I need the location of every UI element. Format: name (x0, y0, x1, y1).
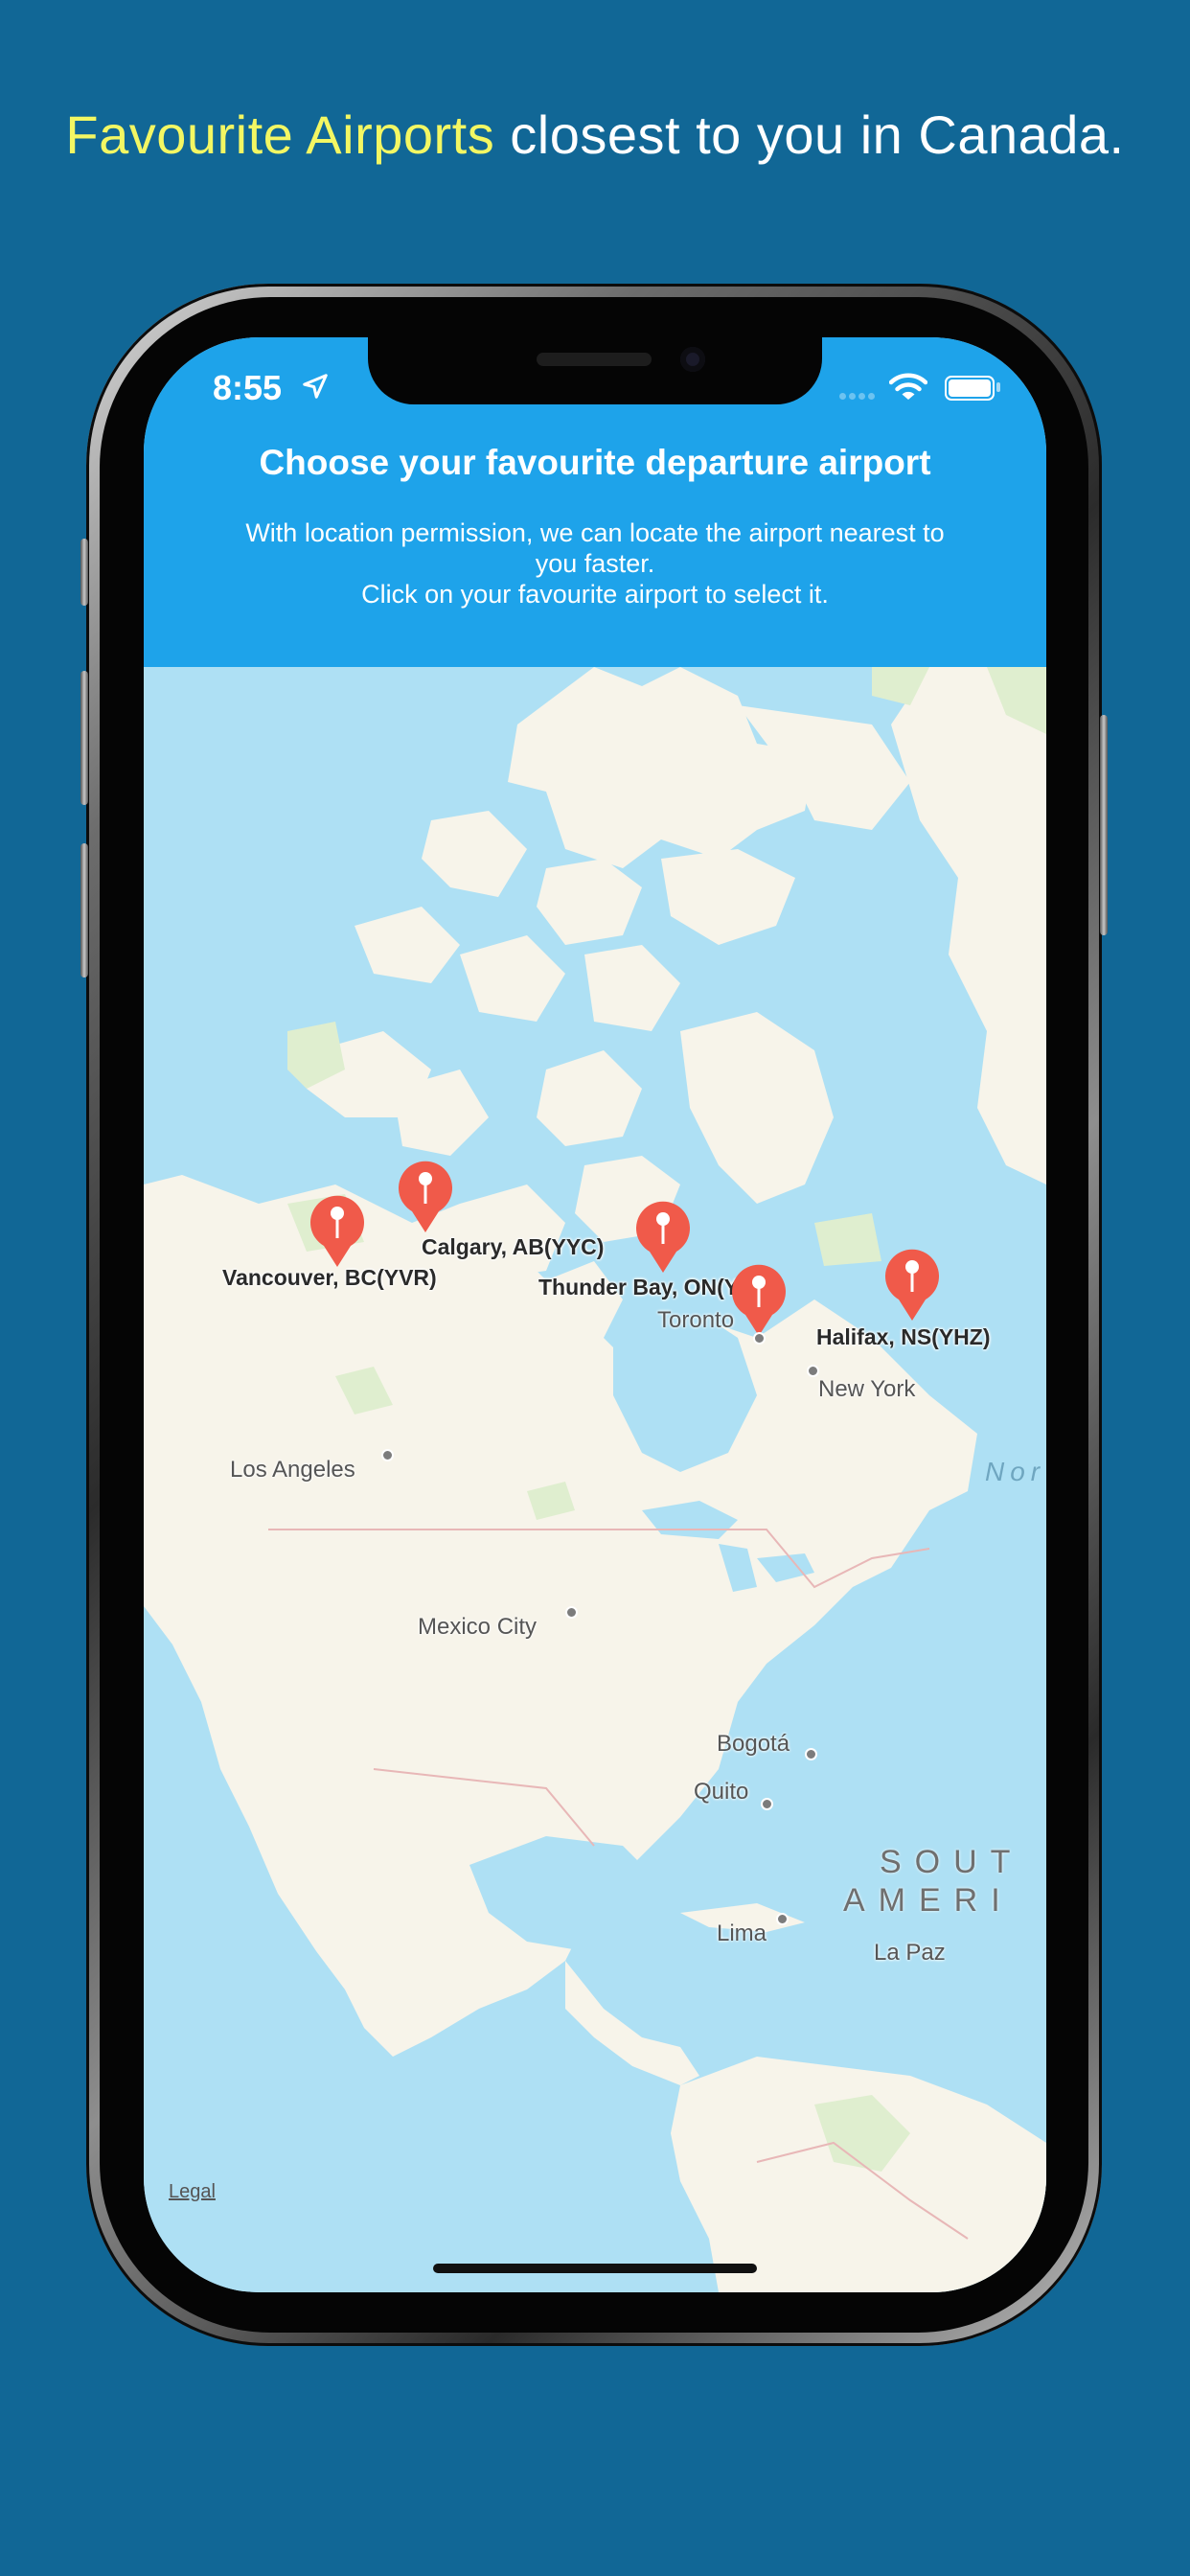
city-label-mexico-city: Mexico City (418, 1614, 538, 1640)
city-dot-toronto (753, 1332, 766, 1345)
home-indicator[interactable] (433, 2264, 757, 2273)
volume-down-button (80, 843, 88, 978)
legal-link[interactable]: Legal (169, 2181, 216, 2203)
region-label-america: AMERI (843, 1882, 1014, 1919)
airport-label-calgary[interactable]: Calgary, AB(YYC) (422, 1234, 604, 1260)
promo-headline: Favourite Airports closest to you in Can… (0, 104, 1190, 166)
airport-map[interactable]: Vancouver, BC(YVR) Calgary, AB(YYC) Thun… (144, 667, 1046, 2292)
airport-pin-calgary[interactable] (395, 1158, 456, 1234)
description-line: With location permission, we can locate … (245, 518, 945, 547)
header-description: With location permission, we can locate … (201, 518, 989, 610)
city-label-los-angeles: Los Angeles (230, 1457, 355, 1483)
city-label-lima: Lima (717, 1920, 767, 1946)
device-notch (368, 337, 822, 404)
description-line: you faster. (535, 549, 655, 578)
airport-pin-vancouver[interactable] (307, 1192, 368, 1269)
silent-switch (80, 539, 88, 606)
airport-pin-halifax[interactable] (881, 1246, 943, 1322)
city-label-quito: Quito (694, 1779, 749, 1805)
city-label-toronto: Toronto (657, 1307, 735, 1333)
city-dot-mexico-city (565, 1606, 578, 1619)
city-dot-bogota (805, 1748, 817, 1760)
ocean-label: Nor (985, 1457, 1046, 1486)
city-dot-lima (776, 1913, 789, 1925)
app-screen: 8:55 Choose your favourite departure air… (144, 337, 1046, 2292)
airport-label-vancouver[interactable]: Vancouver, BC(YVR) (222, 1265, 437, 1291)
airport-pin-toronto[interactable] (728, 1261, 790, 1338)
airport-label-halifax[interactable]: Halifax, NS(YHZ) (816, 1324, 990, 1350)
city-label-new-york: New York (818, 1376, 916, 1402)
region-label-south: SOUT (880, 1844, 1024, 1880)
battery-icon (945, 376, 995, 401)
wifi-icon (889, 373, 927, 400)
city-dot-los-angeles (381, 1449, 394, 1461)
signal-icon (839, 387, 878, 404)
headline-highlight: Favourite Airports (65, 104, 495, 165)
power-button (1100, 715, 1108, 935)
airport-pin-thunder-bay[interactable] (632, 1198, 694, 1275)
location-arrow-icon (303, 374, 328, 399)
volume-up-button (80, 671, 88, 805)
city-label-bogota: Bogotá (717, 1731, 790, 1757)
headline-rest: closest to you in Canada. (494, 104, 1125, 165)
description-line: Click on your favourite airport to selec… (361, 580, 829, 609)
app-header: 8:55 Choose your favourite departure air… (144, 337, 1046, 667)
status-time: 8:55 (213, 368, 283, 407)
city-dot-quito (761, 1798, 773, 1810)
city-label-la-paz: La Paz (874, 1940, 946, 1966)
page-title: Choose your favourite departure airport (259, 443, 931, 482)
status-bar: 8:55 (144, 337, 1046, 433)
